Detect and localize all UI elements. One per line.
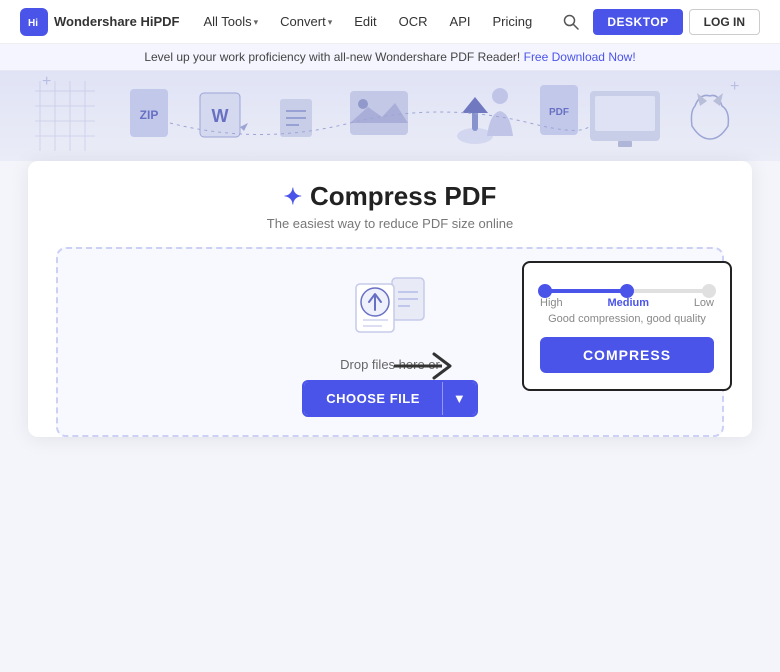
- chevron-down-icon: ▾: [328, 0, 333, 44]
- nav-api[interactable]: API: [442, 0, 479, 44]
- slider-fill: [540, 289, 627, 293]
- svg-text:W: W: [212, 106, 229, 126]
- nav-edit[interactable]: Edit: [346, 0, 384, 44]
- slider-dot-low: [702, 284, 716, 298]
- compress-icon: ✦: [284, 184, 302, 210]
- brand-name: Wondershare HiPDF: [54, 14, 179, 29]
- svg-text:+: +: [730, 78, 739, 95]
- label-low: Low: [694, 297, 714, 309]
- nav-pricing[interactable]: Pricing: [485, 0, 541, 44]
- quality-note: Good compression, good quality: [540, 313, 714, 325]
- page-wrap: ✦ Compress PDF The easiest way to reduce…: [0, 161, 780, 672]
- svg-text:ZIP: ZIP: [140, 108, 159, 122]
- slider-dot-medium: [620, 284, 634, 298]
- svg-text:Hi: Hi: [28, 18, 38, 29]
- svg-text:PDF: PDF: [549, 107, 569, 118]
- compress-button[interactable]: COMPRESS: [540, 337, 714, 373]
- navbar: Hi Wondershare HiPDF All Tools ▾ Convert…: [0, 0, 780, 44]
- logo-icon: Hi: [20, 8, 48, 36]
- upload-icon: [350, 268, 430, 343]
- svg-text:+: +: [42, 73, 51, 90]
- main-card: ✦ Compress PDF The easiest way to reduce…: [28, 161, 752, 437]
- nav-ocr[interactable]: OCR: [391, 0, 436, 44]
- slider-dot-high: [538, 284, 552, 298]
- label-high: High: [540, 297, 563, 309]
- label-medium: Medium: [607, 297, 649, 309]
- arrow-icon: [392, 348, 452, 393]
- chevron-down-icon: ▾: [254, 0, 259, 44]
- page-title: ✦ Compress PDF: [48, 181, 732, 212]
- nav-convert[interactable]: Convert ▾: [272, 0, 340, 44]
- hero-illustration: ZIP PDF W + +: [0, 71, 780, 161]
- compress-subtitle: The easiest way to reduce PDF size onlin…: [48, 216, 732, 231]
- promo-banner: Level up your work proficiency with all-…: [0, 44, 780, 71]
- compression-slider[interactable]: [540, 289, 714, 293]
- logo-area[interactable]: Hi Wondershare HiPDF: [20, 8, 179, 36]
- desktop-button[interactable]: DESKTOP: [593, 9, 682, 35]
- slider-labels: High Medium Low: [540, 297, 714, 309]
- compression-panel: High Medium Low Good compression, good q…: [522, 261, 732, 391]
- nav-all-tools[interactable]: All Tools ▾: [195, 0, 266, 44]
- compress-header: ✦ Compress PDF The easiest way to reduce…: [28, 161, 752, 241]
- login-button[interactable]: LOG IN: [689, 9, 760, 35]
- promo-download-link[interactable]: Free Download Now!: [524, 50, 636, 64]
- search-icon[interactable]: [555, 6, 587, 38]
